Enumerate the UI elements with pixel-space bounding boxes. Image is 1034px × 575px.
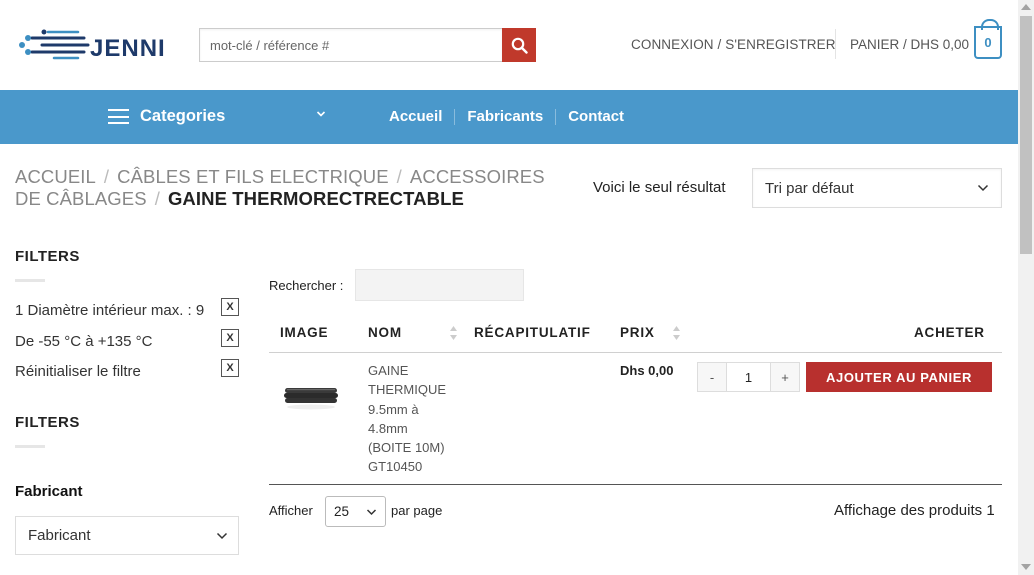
search-input[interactable] xyxy=(199,28,502,62)
table-search-label: Rechercher : xyxy=(269,278,344,293)
quantity-increase-button[interactable]: + xyxy=(771,363,799,391)
per-page-prefix: Afficher xyxy=(269,503,313,518)
breadcrumb-item-accueil[interactable]: ACCUEIL xyxy=(15,166,96,187)
reset-filter-label: Réinitialiser le filtre xyxy=(15,363,141,380)
product-image[interactable] xyxy=(282,380,340,412)
column-header-acheter: ACHETER xyxy=(914,325,985,340)
cart-bag-icon[interactable]: 0 xyxy=(974,19,1002,59)
column-header-prix[interactable]: PRIX xyxy=(620,325,655,340)
breadcrumb-current: GAINE THERMORECTRECTABLE xyxy=(167,188,464,209)
chevron-down-icon xyxy=(366,509,377,516)
sort-selected-value: Tri par défaut xyxy=(765,179,854,197)
product-search xyxy=(199,28,536,62)
table-search-input[interactable] xyxy=(355,269,524,301)
scroll-up-arrow-icon[interactable] xyxy=(1021,4,1031,10)
sort-arrows-icon[interactable] xyxy=(672,325,681,341)
categories-menu[interactable]: Categories xyxy=(108,107,225,126)
nav-separator xyxy=(454,108,456,125)
fabricant-select[interactable]: Fabricant xyxy=(15,516,239,555)
product-name-line: GAINE xyxy=(368,363,409,378)
categories-label: Categories xyxy=(140,107,226,125)
per-page-value: 25 xyxy=(334,504,350,519)
search-button[interactable] xyxy=(502,28,536,62)
remove-filter-diameter-button[interactable]: X xyxy=(221,298,239,316)
breadcrumb: ACCUEIL / CÂBLES ET FILS ELECTRIQUE / ACCESS… xyxy=(15,166,545,209)
fabricant-selected-value: Fabricant xyxy=(28,527,91,544)
product-name-line: GT10450 xyxy=(368,459,423,475)
chevron-down-icon[interactable] xyxy=(316,109,326,119)
per-page-suffix: par page xyxy=(391,503,443,518)
column-header-nom[interactable]: NOM xyxy=(368,325,402,340)
nav-separator xyxy=(555,108,557,125)
logo-circuit-icon xyxy=(19,29,90,60)
remove-filter-temperature-button[interactable]: X xyxy=(221,329,239,347)
active-filters-title: FILTERS xyxy=(15,248,80,265)
logo-text: JENNI xyxy=(90,35,166,62)
showing-products-info: Affichage des produits 1 xyxy=(834,502,995,519)
sort-select[interactable]: Tri par défaut xyxy=(752,168,1002,208)
nav-link-accueil[interactable]: Accueil xyxy=(389,108,442,125)
fabricant-label: Fabricant xyxy=(15,483,83,500)
table-header-divider xyxy=(269,352,1002,353)
main-nav: Categories Accueil Fabricants Contact xyxy=(0,90,1018,144)
reset-filter-button[interactable]: X xyxy=(221,359,239,377)
title-underline xyxy=(15,279,45,282)
site-header: JENNI CONNEXION / S'ENREGISTRER PANIER /… xyxy=(0,0,1018,90)
search-icon xyxy=(511,37,528,54)
product-name-line: (BOITE 10M) xyxy=(368,440,445,456)
product-name-line: 4.8mm xyxy=(368,420,408,436)
cart-link[interactable]: PANIER / DHS 0,00 xyxy=(850,37,969,52)
quantity-stepper: - 1 + xyxy=(697,362,800,392)
hamburger-icon xyxy=(108,109,129,124)
chevron-down-icon xyxy=(977,184,989,192)
title-underline xyxy=(15,445,45,448)
add-to-cart-button[interactable]: AJOUTER AU PANIER xyxy=(806,362,992,392)
scroll-down-arrow-icon[interactable] xyxy=(1021,564,1031,570)
header-divider xyxy=(835,29,836,59)
nav-link-fabricants[interactable]: Fabricants xyxy=(467,108,543,125)
nav-link-contact[interactable]: Contact xyxy=(568,108,624,125)
breadcrumb-item-cables[interactable]: CÂBLES ET FILS ELECTRIQUE xyxy=(117,166,389,187)
nav-links: Accueil Fabricants Contact xyxy=(389,108,624,125)
site-logo[interactable]: JENNI xyxy=(18,22,168,68)
product-name-line: THERMIQUE xyxy=(368,382,446,398)
cart-count: 0 xyxy=(984,35,992,50)
filters-title: FILTERS xyxy=(15,414,80,431)
per-page-select[interactable]: 25 xyxy=(325,496,386,527)
product-price: Dhs 0,00 xyxy=(620,363,674,378)
active-filter-temperature: De -55 °C à +135 °C xyxy=(15,333,153,350)
quantity-decrease-button[interactable]: - xyxy=(698,363,726,391)
product-name[interactable]: GAINE THERMIQUE 9.5mm à 4.8mm (BOITE 10M… xyxy=(368,361,468,477)
result-count: Voici le seul résultat xyxy=(593,179,726,196)
chevron-down-icon xyxy=(216,532,228,540)
column-header-recapitulatif: RÉCAPITULATIF xyxy=(474,325,591,340)
sort-arrows-icon[interactable] xyxy=(449,325,458,341)
quantity-input[interactable]: 1 xyxy=(726,363,771,391)
login-register-link[interactable]: CONNEXION / S'ENREGISTRER xyxy=(631,37,836,52)
column-header-image: IMAGE xyxy=(280,325,329,340)
product-name-line: 9.5mm à xyxy=(368,401,419,417)
table-bottom-divider xyxy=(269,484,1002,485)
active-filter-diameter: 1 Diamètre intérieur max. : 9 xyxy=(15,302,205,319)
scrollbar-thumb[interactable] xyxy=(1020,16,1032,254)
